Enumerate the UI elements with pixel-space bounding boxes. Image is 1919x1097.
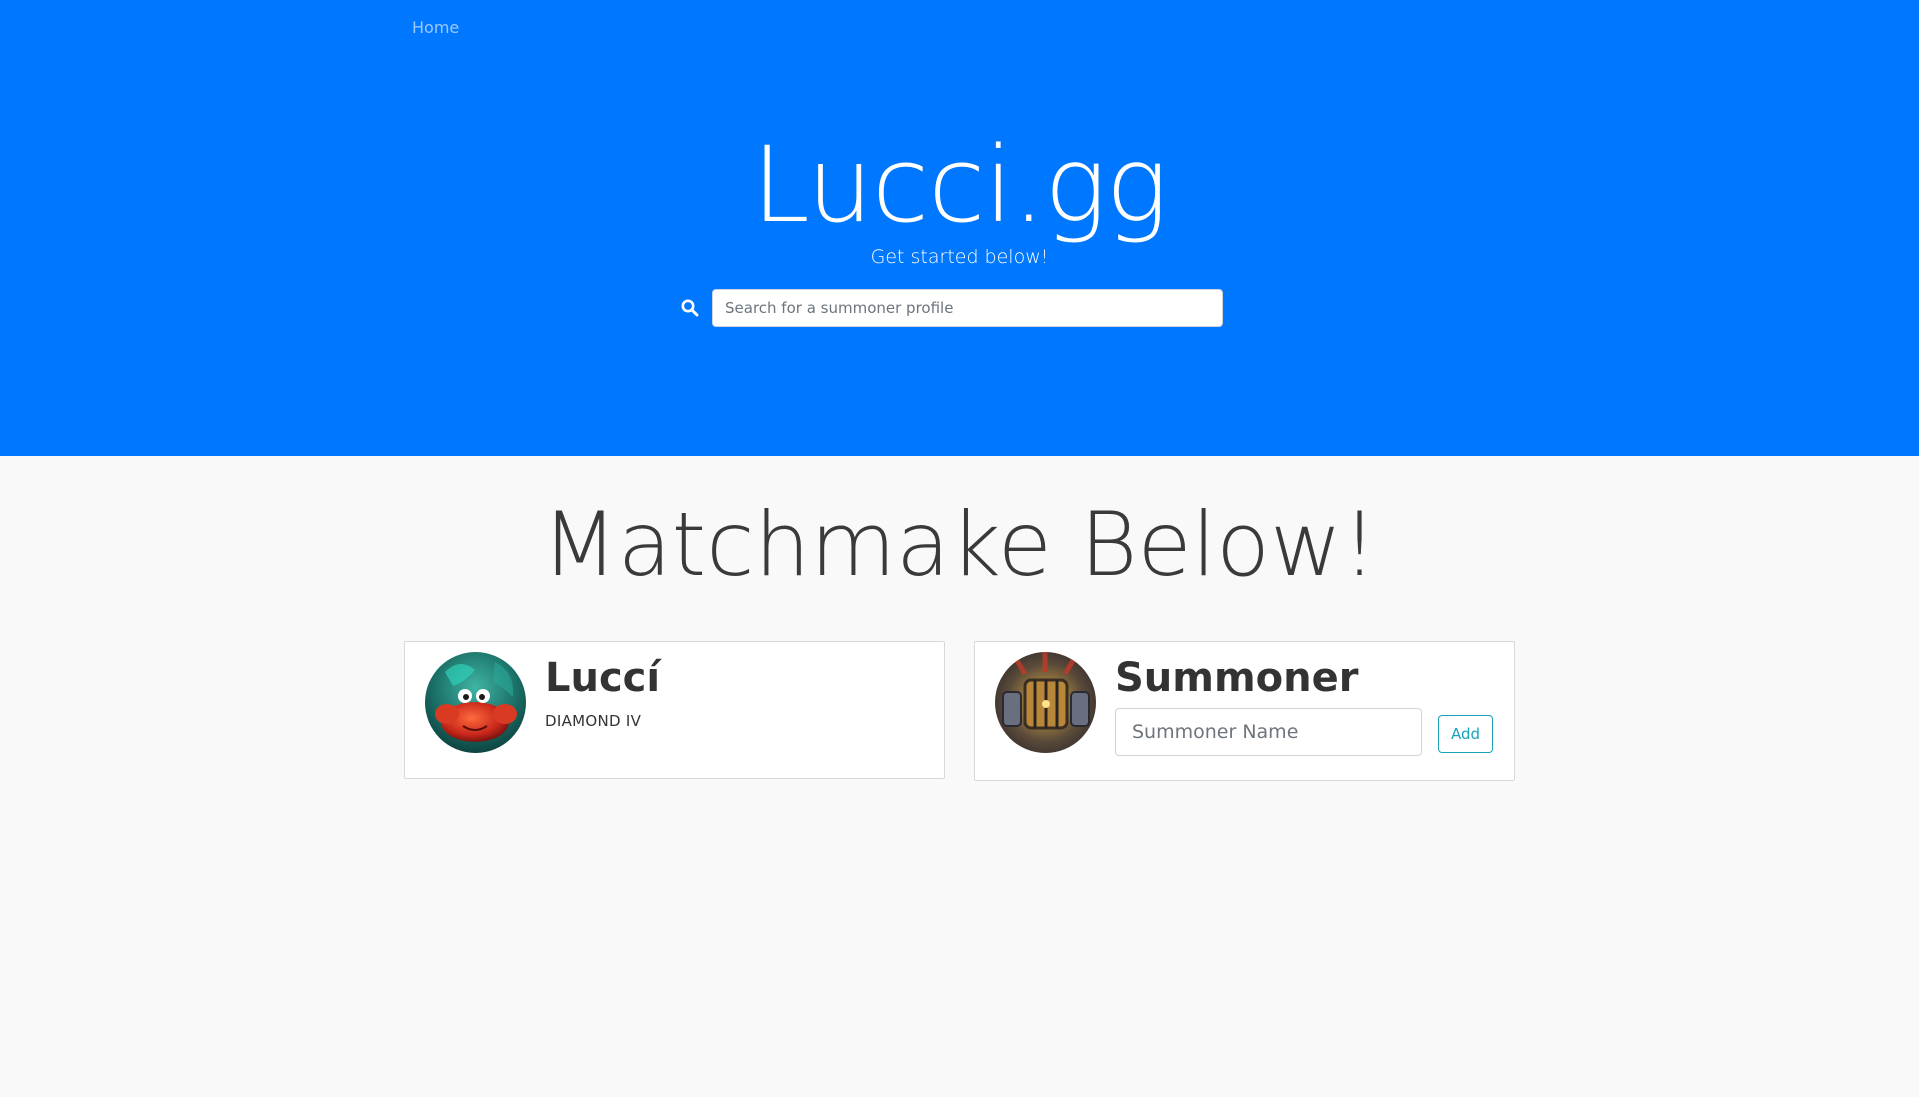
summoner-name-input[interactable] [1115, 708, 1422, 756]
card-title: Summoner [1115, 655, 1359, 701]
summoner-rank: DIAMOND IV [545, 712, 642, 730]
summoner-card-lucci: Luccí DIAMOND IV [404, 641, 945, 779]
site-title: Lucci.gg [751, 124, 1168, 246]
cage-champion-avatar [995, 652, 1096, 753]
summoner-search-input[interactable] [712, 289, 1223, 327]
add-summoner-card: Summoner Add [974, 641, 1515, 781]
site-subtitle: Get started below! [870, 246, 1049, 268]
crab-champion-avatar [425, 652, 526, 753]
hero-banner: Home Lucci.gg Get started below! [0, 0, 1919, 456]
summoner-name: Luccí [545, 655, 661, 701]
add-summoner-button[interactable]: Add [1438, 715, 1493, 753]
section-title: Matchmake Below! [541, 493, 1378, 596]
nav-home-link[interactable]: Home [412, 18, 459, 37]
search-icon[interactable] [681, 299, 699, 317]
